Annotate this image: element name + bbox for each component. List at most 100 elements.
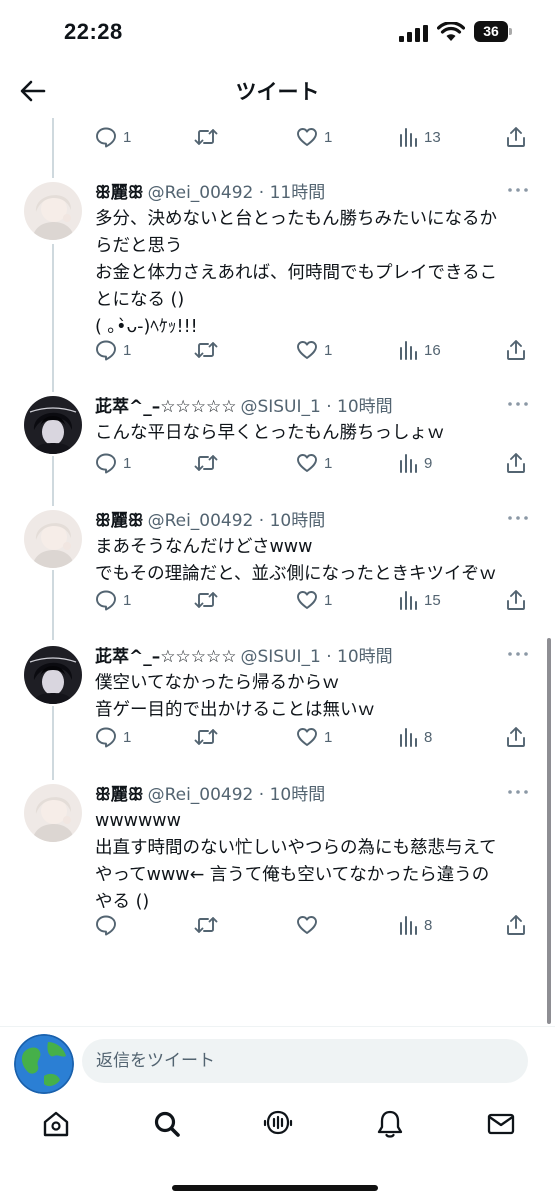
share-button[interactable] bbox=[506, 124, 526, 150]
reply-icon bbox=[96, 127, 116, 148]
reply-icon bbox=[96, 590, 116, 611]
tweet-text: こんな平日なら早くとったもん勝ちっしょｗ bbox=[95, 423, 445, 443]
page-title: ツイート bbox=[235, 81, 320, 104]
status-time: 22:28 bbox=[64, 19, 123, 44]
like-button[interactable]: 1 bbox=[296, 724, 332, 750]
views-icon bbox=[400, 341, 417, 360]
reply-icon bbox=[96, 453, 116, 474]
like-count: 1 bbox=[324, 341, 333, 359]
share-icon bbox=[507, 453, 525, 473]
handle-time: @SISUI_1 · 10時間 bbox=[240, 647, 393, 667]
tweet[interactable]: 茈萃^_–☆☆☆☆☆ @SISUI_1 · 10時間 こんな平日なら早くとったもん… bbox=[0, 392, 555, 492]
share-button[interactable] bbox=[506, 912, 526, 938]
tweet[interactable]: ꕥ麗ꕥ @Rei_00492 · 10時間 まあそうなんだけどさwww でもその理… bbox=[0, 506, 555, 626]
avatar[interactable] bbox=[24, 510, 82, 568]
tweet[interactable]: ꕥ麗ꕥ @Rei_00492 · 11時間 多分、決めないと台とったもん勝ちみたい… bbox=[0, 178, 555, 378]
tweet[interactable]: ꕥ麗ꕥ @Rei_00492 · 10時間 wwwwww 出直す時間のない忙しいや… bbox=[0, 780, 555, 950]
signal-icon bbox=[399, 25, 428, 42]
like-button[interactable]: 1 bbox=[296, 337, 332, 363]
retweet-icon bbox=[194, 342, 218, 358]
heart-icon bbox=[297, 341, 317, 359]
share-icon bbox=[507, 915, 525, 935]
reply-button[interactable]: 1 bbox=[95, 337, 131, 363]
messages-icon[interactable] bbox=[485, 1108, 517, 1140]
share-button[interactable] bbox=[506, 337, 526, 363]
views-icon bbox=[400, 916, 417, 935]
avatar[interactable] bbox=[14, 1034, 74, 1094]
like-count: 1 bbox=[324, 591, 333, 609]
more-icon[interactable] bbox=[508, 652, 528, 656]
display-name[interactable]: ꕥ麗ꕥ bbox=[95, 785, 144, 805]
reply-button[interactable]: 1 bbox=[95, 124, 131, 150]
like-count: 1 bbox=[324, 454, 333, 472]
display-name[interactable]: 茈萃^_–☆☆☆☆☆ bbox=[95, 647, 236, 667]
retweet-icon bbox=[194, 729, 218, 745]
more-icon[interactable] bbox=[508, 188, 528, 192]
battery-tip bbox=[509, 28, 512, 35]
share-button[interactable] bbox=[506, 450, 526, 476]
reply-button[interactable]: 1 bbox=[95, 450, 131, 476]
retweet-button[interactable] bbox=[194, 337, 218, 363]
share-button[interactable] bbox=[506, 587, 526, 613]
more-icon[interactable] bbox=[508, 516, 528, 520]
tweet-actions: 1 1 8 bbox=[0, 724, 555, 750]
avatar[interactable] bbox=[24, 784, 82, 842]
wifi-icon bbox=[437, 22, 465, 41]
avatar[interactable] bbox=[24, 182, 82, 240]
home-icon[interactable] bbox=[40, 1108, 72, 1140]
retweet-button[interactable] bbox=[194, 912, 218, 938]
reply-icon bbox=[96, 727, 116, 748]
reply-button[interactable]: 1 bbox=[95, 587, 131, 613]
tweet-actions: 1 1 16 bbox=[0, 337, 555, 363]
like-button[interactable]: 1 bbox=[296, 450, 332, 476]
heart-icon bbox=[297, 128, 317, 146]
reply-icon bbox=[96, 915, 116, 936]
display-name[interactable]: ꕥ麗ꕥ bbox=[95, 511, 144, 531]
reply-button[interactable] bbox=[95, 912, 123, 938]
display-name[interactable]: ꕥ麗ꕥ bbox=[95, 183, 144, 203]
views-button[interactable]: 16 bbox=[398, 337, 441, 363]
reply-icon bbox=[96, 340, 116, 361]
search-icon[interactable] bbox=[151, 1108, 183, 1140]
more-icon[interactable] bbox=[508, 790, 528, 794]
share-icon bbox=[507, 127, 525, 147]
reply-count: 1 bbox=[123, 728, 132, 746]
heart-icon bbox=[297, 454, 317, 472]
scrollbar[interactable] bbox=[547, 638, 551, 1024]
views-button[interactable]: 9 bbox=[398, 450, 432, 476]
share-icon bbox=[507, 590, 525, 610]
like-button[interactable]: 1 bbox=[296, 124, 332, 150]
like-button[interactable] bbox=[296, 912, 324, 938]
views-button[interactable]: 8 bbox=[398, 724, 432, 750]
share-button[interactable] bbox=[506, 724, 526, 750]
home-indicator[interactable] bbox=[172, 1185, 378, 1191]
like-count: 1 bbox=[324, 728, 333, 746]
avatar[interactable] bbox=[24, 646, 82, 704]
reply-button[interactable]: 1 bbox=[95, 724, 131, 750]
like-count: 1 bbox=[324, 128, 333, 146]
retweet-button[interactable] bbox=[194, 587, 218, 613]
retweet-button[interactable] bbox=[194, 450, 218, 476]
tweet-text: wwwwww 出直す時間のない忙しいやつらの為にも慈悲与えて やってwww← 言… bbox=[95, 811, 497, 912]
avatar[interactable] bbox=[24, 396, 82, 454]
notifications-icon[interactable] bbox=[374, 1108, 406, 1140]
reply-bar: 返信をツイート bbox=[0, 1026, 555, 1095]
tweet[interactable]: 茈萃^_–☆☆☆☆☆ @SISUI_1 · 10時間 僕空いてなかったら帰るからｗ… bbox=[0, 642, 555, 762]
like-button[interactable]: 1 bbox=[296, 587, 332, 613]
views-button[interactable]: 15 bbox=[398, 587, 441, 613]
views-icon bbox=[400, 454, 417, 473]
display-name[interactable]: 茈萃^_–☆☆☆☆☆ bbox=[95, 397, 236, 417]
tweet-actions: 1 1 9 bbox=[0, 450, 555, 476]
retweet-button[interactable] bbox=[194, 124, 218, 150]
tweet-meta: 茈萃^_–☆☆☆☆☆ @SISUI_1 · 10時間 bbox=[95, 642, 393, 667]
retweet-button[interactable] bbox=[194, 724, 218, 750]
handle-time: @Rei_00492 · 10時間 bbox=[147, 785, 326, 805]
reply-input[interactable]: 返信をツイート bbox=[82, 1039, 528, 1083]
status-bar: 22:28 36 bbox=[0, 0, 555, 64]
more-icon[interactable] bbox=[508, 402, 528, 406]
views-button[interactable]: 8 bbox=[398, 912, 432, 938]
tweet-meta: ꕥ麗ꕥ @Rei_00492 · 10時間 bbox=[95, 780, 325, 805]
views-button[interactable]: 13 bbox=[398, 124, 441, 150]
reply-count: 1 bbox=[123, 128, 132, 146]
spaces-icon[interactable] bbox=[262, 1108, 294, 1140]
